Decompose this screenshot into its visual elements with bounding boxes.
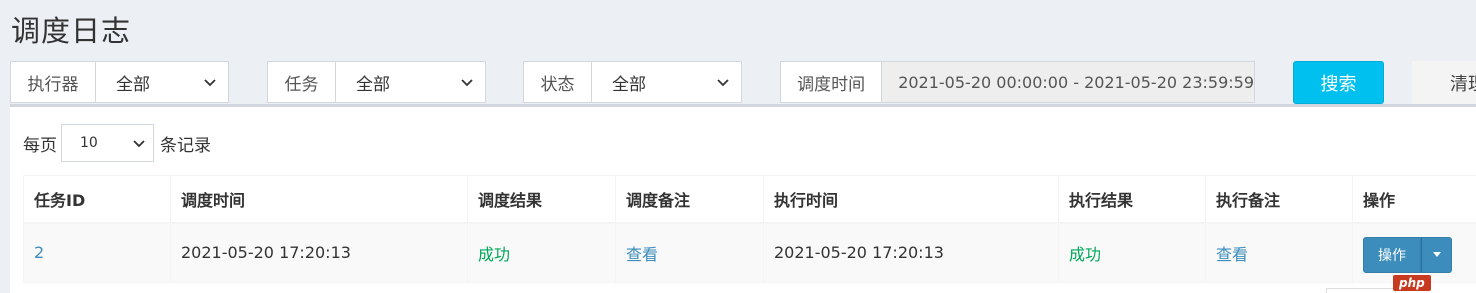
column-header-handle-time[interactable]: 执行时间: [763, 175, 1059, 224]
column-header-trigger-result[interactable]: 调度结果: [467, 175, 616, 224]
status-select-value: 全部: [612, 74, 646, 95]
watermark: php: [1393, 272, 1476, 293]
job-label: 任务: [268, 62, 336, 102]
trigger-time-cell: 2021-05-20 17:20:13: [170, 222, 468, 283]
page-title: 调度日志: [11, 14, 132, 48]
job-select-value: 全部: [356, 74, 390, 95]
executor-filter: 执行器 全部: [10, 61, 229, 103]
search-button[interactable]: 搜索: [1293, 61, 1384, 104]
status-label: 状态: [524, 62, 592, 102]
trigger-result-status: 成功: [478, 244, 511, 264]
job-id-link[interactable]: 2: [34, 243, 44, 262]
chevron-down-icon: [717, 79, 729, 87]
column-header-handle-result[interactable]: 执行结果: [1058, 175, 1206, 224]
job-select[interactable]: 全部: [336, 62, 485, 102]
trigger-time-filter: 调度时间 2021-05-20 00:00:00 - 2021-05-20 23…: [780, 61, 1255, 103]
log-table-box: 每页 10 条记录 任务ID 调度时间 调度结果 调度备注 执行时间 执行结果 …: [10, 104, 1476, 293]
log-table: 任务ID 调度时间 调度结果 调度备注 执行时间 执行结果 执行备注 操作 2 …: [23, 175, 1476, 283]
job-id-cell: 2: [23, 222, 171, 283]
operate-button[interactable]: 操作: [1363, 236, 1421, 273]
column-header-trigger-note[interactable]: 调度备注: [615, 175, 764, 224]
handle-note-view-link[interactable]: 查看: [1216, 245, 1248, 264]
chevron-down-icon: [133, 140, 145, 148]
table-header-row: 任务ID 调度时间 调度结果 调度备注 执行时间 执行结果 执行备注 操作: [23, 175, 1476, 224]
chevron-down-icon: [204, 79, 216, 87]
column-header-trigger-time[interactable]: 调度时间: [170, 175, 468, 224]
trigger-note-cell: 查看: [615, 222, 764, 283]
table-row: 2 2021-05-20 17:20:13 成功 查看 2021-05-20 1…: [23, 222, 1476, 283]
column-header-job-id[interactable]: 任务ID: [23, 175, 171, 224]
page-size-value: 10: [80, 135, 98, 151]
handle-note-cell: 查看: [1205, 222, 1353, 283]
job-filter: 任务 全部: [267, 61, 486, 103]
executor-select[interactable]: 全部: [96, 62, 228, 102]
handle-result-cell: 成功: [1058, 222, 1206, 283]
page-size-select[interactable]: 10: [61, 124, 154, 162]
column-header-handle-note[interactable]: 执行备注: [1205, 175, 1353, 224]
page-size-suffix: 条记录: [160, 135, 211, 156]
column-header-operate: 操作: [1352, 175, 1476, 224]
page-size-control: 每页 10 条记录: [23, 124, 211, 162]
chevron-down-icon: [461, 79, 473, 87]
operate-button-group: 操作: [1363, 236, 1473, 273]
status-filter: 状态 全部: [523, 61, 742, 103]
trigger-note-view-link[interactable]: 查看: [626, 245, 658, 264]
trigger-time-label: 调度时间: [781, 62, 883, 102]
status-select[interactable]: 全部: [592, 62, 741, 102]
operate-dropdown-toggle[interactable]: [1421, 236, 1452, 273]
handle-result-status: 成功: [1069, 244, 1102, 264]
executor-label: 执行器: [11, 62, 96, 102]
caret-down-icon: [1432, 252, 1441, 258]
handle-time-cell: 2021-05-20 17:20:13: [763, 222, 1059, 283]
page-size-prefix: 每页: [23, 135, 57, 156]
pagination-edge: [1326, 288, 1396, 293]
watermark-logo: php: [1393, 274, 1431, 291]
trigger-time-range-input[interactable]: 2021-05-20 00:00:00 - 2021-05-20 23:59:5…: [882, 62, 1254, 102]
executor-select-value: 全部: [116, 74, 150, 95]
trigger-result-cell: 成功: [467, 222, 616, 283]
clear-button[interactable]: 清理: [1412, 61, 1476, 104]
